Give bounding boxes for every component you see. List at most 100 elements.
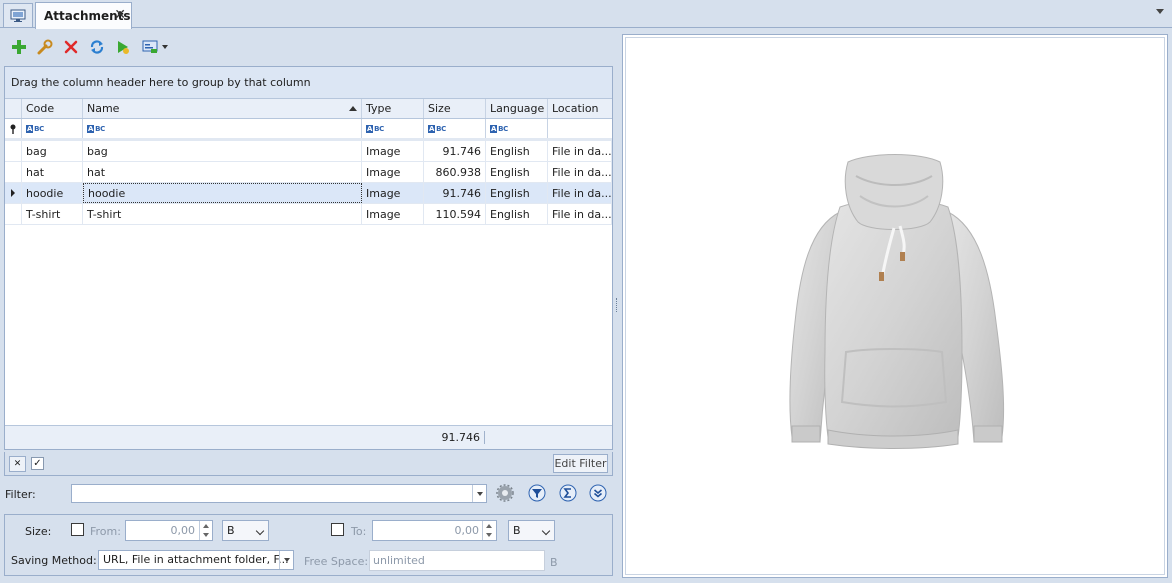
from-size-stepper[interactable] [199, 521, 213, 540]
saving-method-label: Saving Method: [11, 554, 97, 567]
delete-icon [64, 40, 78, 54]
column-header-language[interactable]: Language [486, 99, 548, 118]
enable-filter-checkbox[interactable]: ✓ [31, 457, 44, 470]
apply-filter-button[interactable] [528, 484, 546, 502]
current-row-arrow-icon [11, 189, 15, 197]
filter-line: Filter: [4, 483, 613, 505]
cell-code: bag [22, 141, 83, 161]
table-row[interactable]: T-shirt T-shirt Image 110.594 English Fi… [5, 204, 612, 225]
auto-filter-row: A BC A BC A BC A BC A BC [5, 119, 612, 141]
tab-menu-chevron-down-icon[interactable] [1156, 9, 1164, 14]
from-checkbox[interactable] [71, 523, 84, 536]
view-icon [142, 40, 158, 53]
from-unit-select[interactable]: B [222, 520, 269, 541]
to-unit-select[interactable]: B [508, 520, 555, 541]
cell-location: File in da... [548, 183, 612, 203]
saving-method-value: URL, File in attachment folder, F... [103, 553, 289, 566]
run-button[interactable] [112, 36, 134, 58]
expand-options-button[interactable] [589, 484, 607, 502]
view-button[interactable] [138, 36, 172, 58]
gear-icon [496, 484, 514, 502]
filter-cell-location[interactable] [548, 119, 612, 138]
free-space-field: unlimited [369, 550, 545, 571]
edit-button[interactable] [34, 36, 56, 58]
monitor-icon [10, 9, 26, 22]
add-icon [12, 40, 26, 54]
sum-filter-button[interactable] [559, 484, 577, 502]
text-filter-icon: A BC [366, 124, 384, 133]
cell-location: File in da... [548, 162, 612, 182]
free-space-label: Free Space: [304, 555, 369, 568]
column-header-type[interactable]: Type [362, 99, 424, 118]
text-filter-icon: A BC [26, 124, 44, 133]
filter-pin-icon [5, 119, 22, 138]
header-indicator [5, 99, 22, 118]
filter-cell-size[interactable]: A BC [424, 119, 486, 138]
filter-cell-language[interactable]: A BC [486, 119, 548, 138]
filter-cell-code[interactable]: A BC [22, 119, 83, 138]
cell-location: File in da... [548, 204, 612, 224]
column-header-location[interactable]: Location [548, 99, 612, 118]
filter-status-bar: ✕ ✓ Edit Filter [4, 452, 613, 476]
hoodie-image [770, 152, 1018, 462]
table-row-selected[interactable]: hoodie hoodie Image 91.746 English File … [5, 183, 612, 204]
to-unit-value: B [513, 524, 521, 537]
grid-header: Code Name Type Size Language Location [5, 99, 612, 119]
delete-button[interactable] [60, 36, 82, 58]
row-indicator [5, 204, 22, 224]
edit-filter-button[interactable]: Edit Filter [553, 454, 608, 473]
cell-language: English [486, 204, 548, 224]
row-indicator [5, 141, 22, 161]
filter-combobox[interactable] [71, 484, 487, 503]
chevron-down-icon [541, 526, 551, 536]
tab-bar: Attachments ✕ [0, 0, 1172, 29]
filter-cell-name[interactable]: A BC [83, 119, 362, 138]
filter-cell-type[interactable]: A BC [362, 119, 424, 138]
saving-method-select[interactable]: URL, File in attachment folder, F... [98, 550, 294, 570]
tab-attachments[interactable]: Attachments ✕ [35, 2, 132, 29]
cell-type: Image [362, 204, 424, 224]
to-size-stepper[interactable] [482, 521, 496, 540]
run-icon [118, 41, 129, 54]
table-row[interactable]: bag bag Image 91.746 English File in da.… [5, 141, 612, 162]
text-filter-icon: A BC [428, 124, 446, 133]
clear-filter-button[interactable]: ✕ [9, 456, 26, 472]
filter-dropdown-button[interactable] [472, 485, 486, 502]
column-header-label: Name [87, 102, 120, 115]
refresh-button[interactable] [86, 36, 108, 58]
filter-settings-button[interactable] [496, 484, 514, 502]
column-header-code[interactable]: Code [22, 99, 83, 118]
cell-name: hat [83, 162, 362, 182]
column-header-size[interactable]: Size [424, 99, 486, 118]
close-icon[interactable]: ✕ [114, 8, 126, 22]
sort-ascending-icon [349, 106, 357, 111]
cell-language: English [486, 141, 548, 161]
row-indicator [5, 183, 22, 203]
grid-footer: 91.746 [5, 425, 612, 449]
cell-name[interactable]: hoodie [83, 183, 362, 203]
to-label: To: [351, 525, 367, 538]
add-button[interactable] [8, 36, 30, 58]
chevron-down-icon [283, 558, 290, 562]
toolbar [8, 36, 172, 58]
cell-type: Image [362, 183, 424, 203]
from-unit-value: B [227, 524, 235, 537]
tab-home[interactable] [3, 3, 33, 27]
group-by-panel[interactable]: Drag the column header here to group by … [5, 67, 612, 99]
funnel-icon [528, 484, 546, 502]
saving-method-dropdown-button[interactable] [279, 551, 293, 569]
chevron-down-icon [162, 45, 168, 49]
edit-icon [37, 39, 53, 55]
to-checkbox[interactable] [331, 523, 344, 536]
sigma-icon [559, 484, 577, 502]
cell-size: 91.746 [424, 141, 486, 161]
cell-language: English [486, 183, 548, 203]
chevron-down-icon [255, 526, 265, 536]
to-size-input[interactable]: 0,00 [372, 520, 497, 541]
table-row[interactable]: hat hat Image 860.938 English File in da… [5, 162, 612, 183]
panel-splitter[interactable] [616, 298, 618, 312]
preview-frame [625, 37, 1165, 575]
column-header-name[interactable]: Name [83, 99, 362, 118]
cell-code: hat [22, 162, 83, 182]
attachments-grid: Drag the column header here to group by … [4, 66, 613, 450]
